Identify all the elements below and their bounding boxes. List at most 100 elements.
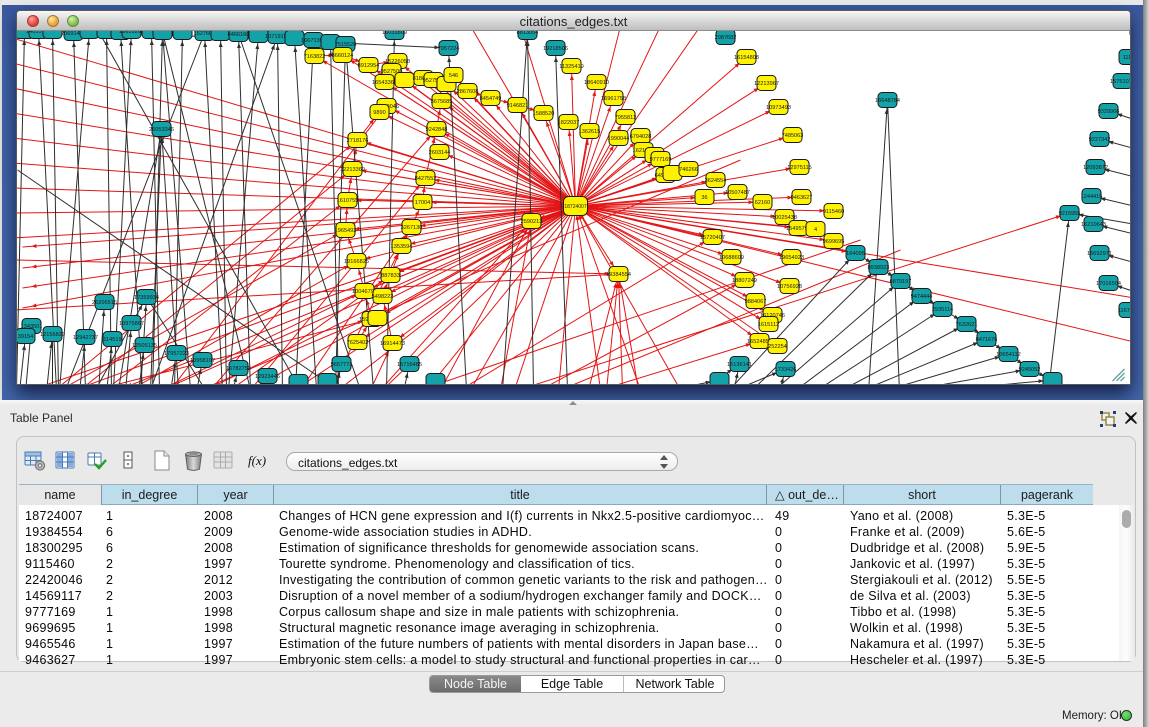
svg-text:8471676: 8471676 (976, 337, 998, 343)
svg-text:887833: 887833 (381, 273, 400, 279)
svg-text:16961758: 16961758 (601, 96, 626, 102)
svg-text:6879197: 6879197 (890, 279, 912, 285)
svg-text:12156829: 12156829 (40, 332, 65, 338)
svg-text:10654112: 10654112 (996, 352, 1020, 358)
svg-text:9777169: 9777169 (650, 157, 672, 163)
svg-text:8813054: 8813054 (517, 31, 539, 36)
svg-text:12213369: 12213369 (340, 167, 365, 173)
svg-text:9657771: 9657771 (331, 362, 353, 368)
svg-text:19166825: 19166825 (344, 259, 369, 265)
svg-text:114519: 114519 (103, 337, 121, 343)
svg-text:9115460: 9115460 (823, 209, 844, 215)
svg-text:8912954: 8912954 (358, 63, 380, 69)
svg-text:1362615: 1362615 (579, 129, 601, 135)
svg-text:17957223: 17957223 (164, 351, 189, 357)
svg-text:16782759: 16782759 (226, 366, 251, 372)
svg-text:10958107: 10958107 (190, 358, 215, 364)
svg-text:7632621: 7632621 (956, 322, 978, 328)
svg-text:1353594: 1353594 (391, 244, 413, 250)
svg-text:11325419: 11325419 (559, 64, 583, 70)
svg-text:1112: 1112 (1123, 55, 1131, 61)
svg-text:6466160: 6466160 (228, 32, 250, 38)
svg-text:7625402: 7625402 (347, 340, 369, 346)
svg-text:2590213: 2590213 (521, 219, 543, 225)
svg-text:16648784: 16648784 (875, 98, 900, 104)
svg-text:18807249: 18807249 (732, 278, 757, 284)
svg-text:1822037: 1822037 (558, 120, 580, 126)
svg-text:9474444: 9474444 (911, 294, 933, 300)
svg-text:546: 546 (449, 73, 458, 79)
svg-text:9463627: 9463627 (791, 195, 813, 201)
svg-text:9699695: 9699695 (823, 239, 845, 245)
svg-text:39154: 39154 (18, 334, 34, 340)
svg-text:9227342: 9227342 (1089, 137, 1111, 143)
svg-text:8454749: 8454749 (480, 96, 502, 102)
svg-text:6794028: 6794028 (630, 134, 652, 140)
svg-text:16154808: 16154808 (734, 55, 759, 61)
svg-text:1965493: 1965493 (335, 228, 357, 234)
svg-text:746266: 746266 (679, 167, 698, 173)
svg-text:3267130: 3267130 (401, 225, 423, 231)
svg-text:12505135: 12505135 (132, 343, 157, 349)
svg-text:9242848: 9242848 (426, 127, 448, 133)
svg-text:10655267: 10655267 (119, 31, 144, 35)
svg-text:7485063: 7485063 (782, 133, 804, 139)
svg-text:12975115: 12975115 (787, 165, 811, 171)
svg-text:9884067: 9884067 (745, 299, 767, 305)
svg-text:10973493: 10973493 (766, 105, 791, 111)
svg-text:62160: 62160 (755, 200, 771, 206)
svg-text:15716485: 15716485 (397, 362, 422, 368)
svg-text:9329966: 9329966 (1098, 109, 1120, 115)
svg-text:2603144: 2603144 (429, 150, 451, 156)
svg-text:164095: 164095 (846, 251, 865, 257)
svg-text:10975867: 10975867 (119, 321, 144, 327)
svg-text:9215955: 9215955 (1059, 211, 1081, 217)
svg-text:26053346: 26053346 (149, 127, 174, 133)
svg-text:2987682: 2987682 (715, 35, 737, 41)
svg-text:10756928: 10756928 (777, 284, 802, 290)
svg-text:10688609: 10688609 (719, 255, 744, 261)
svg-text:15720407: 15720407 (700, 235, 725, 241)
svg-text:16033809: 16033809 (382, 31, 407, 36)
svg-text:3675685: 3675685 (431, 99, 453, 105)
svg-text:8938923: 8938923 (868, 265, 890, 271)
svg-text:1615112: 1615112 (758, 322, 779, 328)
svg-text:12923446: 12923446 (255, 374, 280, 380)
svg-text:16543362: 16543362 (372, 80, 397, 86)
svg-text:18724007: 18724007 (564, 204, 586, 210)
svg-text:2935114: 2935114 (932, 307, 953, 313)
svg-text:2718176: 2718176 (347, 138, 369, 144)
svg-text:252254: 252254 (768, 344, 787, 350)
svg-text:8660124: 8660124 (332, 53, 354, 59)
svg-text:26206516: 26206516 (92, 300, 117, 306)
svg-text:1588520: 1588520 (533, 111, 555, 117)
svg-text:17016504: 17016504 (1096, 281, 1121, 287)
svg-text:15751074: 15751074 (1110, 79, 1131, 85)
svg-text:1244415: 1244415 (1081, 194, 1103, 200)
svg-text:17359934: 17359934 (134, 295, 159, 301)
svg-text:19218506: 19218506 (543, 46, 568, 52)
svg-text:16914473: 16914473 (380, 341, 405, 347)
svg-text:1167534: 1167534 (1118, 308, 1131, 314)
svg-text:4: 4 (814, 227, 817, 233)
svg-text:17004: 17004 (415, 200, 431, 206)
svg-text:7163822: 7163822 (304, 54, 326, 60)
svg-text:10507487: 10507487 (725, 190, 750, 196)
svg-text:19384554: 19384554 (606, 272, 631, 278)
svg-text:9146821: 9146821 (507, 103, 529, 109)
svg-text:3624554: 3624554 (705, 178, 727, 184)
svg-text:16210643: 16210643 (1081, 222, 1106, 228)
svg-text:1610755: 1610755 (337, 198, 359, 204)
svg-text:2867608: 2867608 (457, 89, 479, 95)
svg-text:12093872: 12093872 (1083, 165, 1108, 171)
svg-text:15136141: 15136141 (727, 362, 752, 368)
svg-text:f(x): f(x) (248, 453, 266, 468)
svg-text:36: 36 (701, 195, 707, 201)
svg-text:1733426: 1733426 (775, 367, 797, 373)
svg-text:19654923: 19654923 (779, 255, 804, 261)
svg-text:1990044: 1990044 (608, 136, 630, 142)
svg-text:9245052: 9245052 (1019, 367, 1041, 373)
svg-text:12942737: 12942737 (73, 335, 98, 341)
svg-text:7957224: 7957224 (438, 46, 460, 52)
svg-text:12213967: 12213967 (754, 81, 779, 87)
